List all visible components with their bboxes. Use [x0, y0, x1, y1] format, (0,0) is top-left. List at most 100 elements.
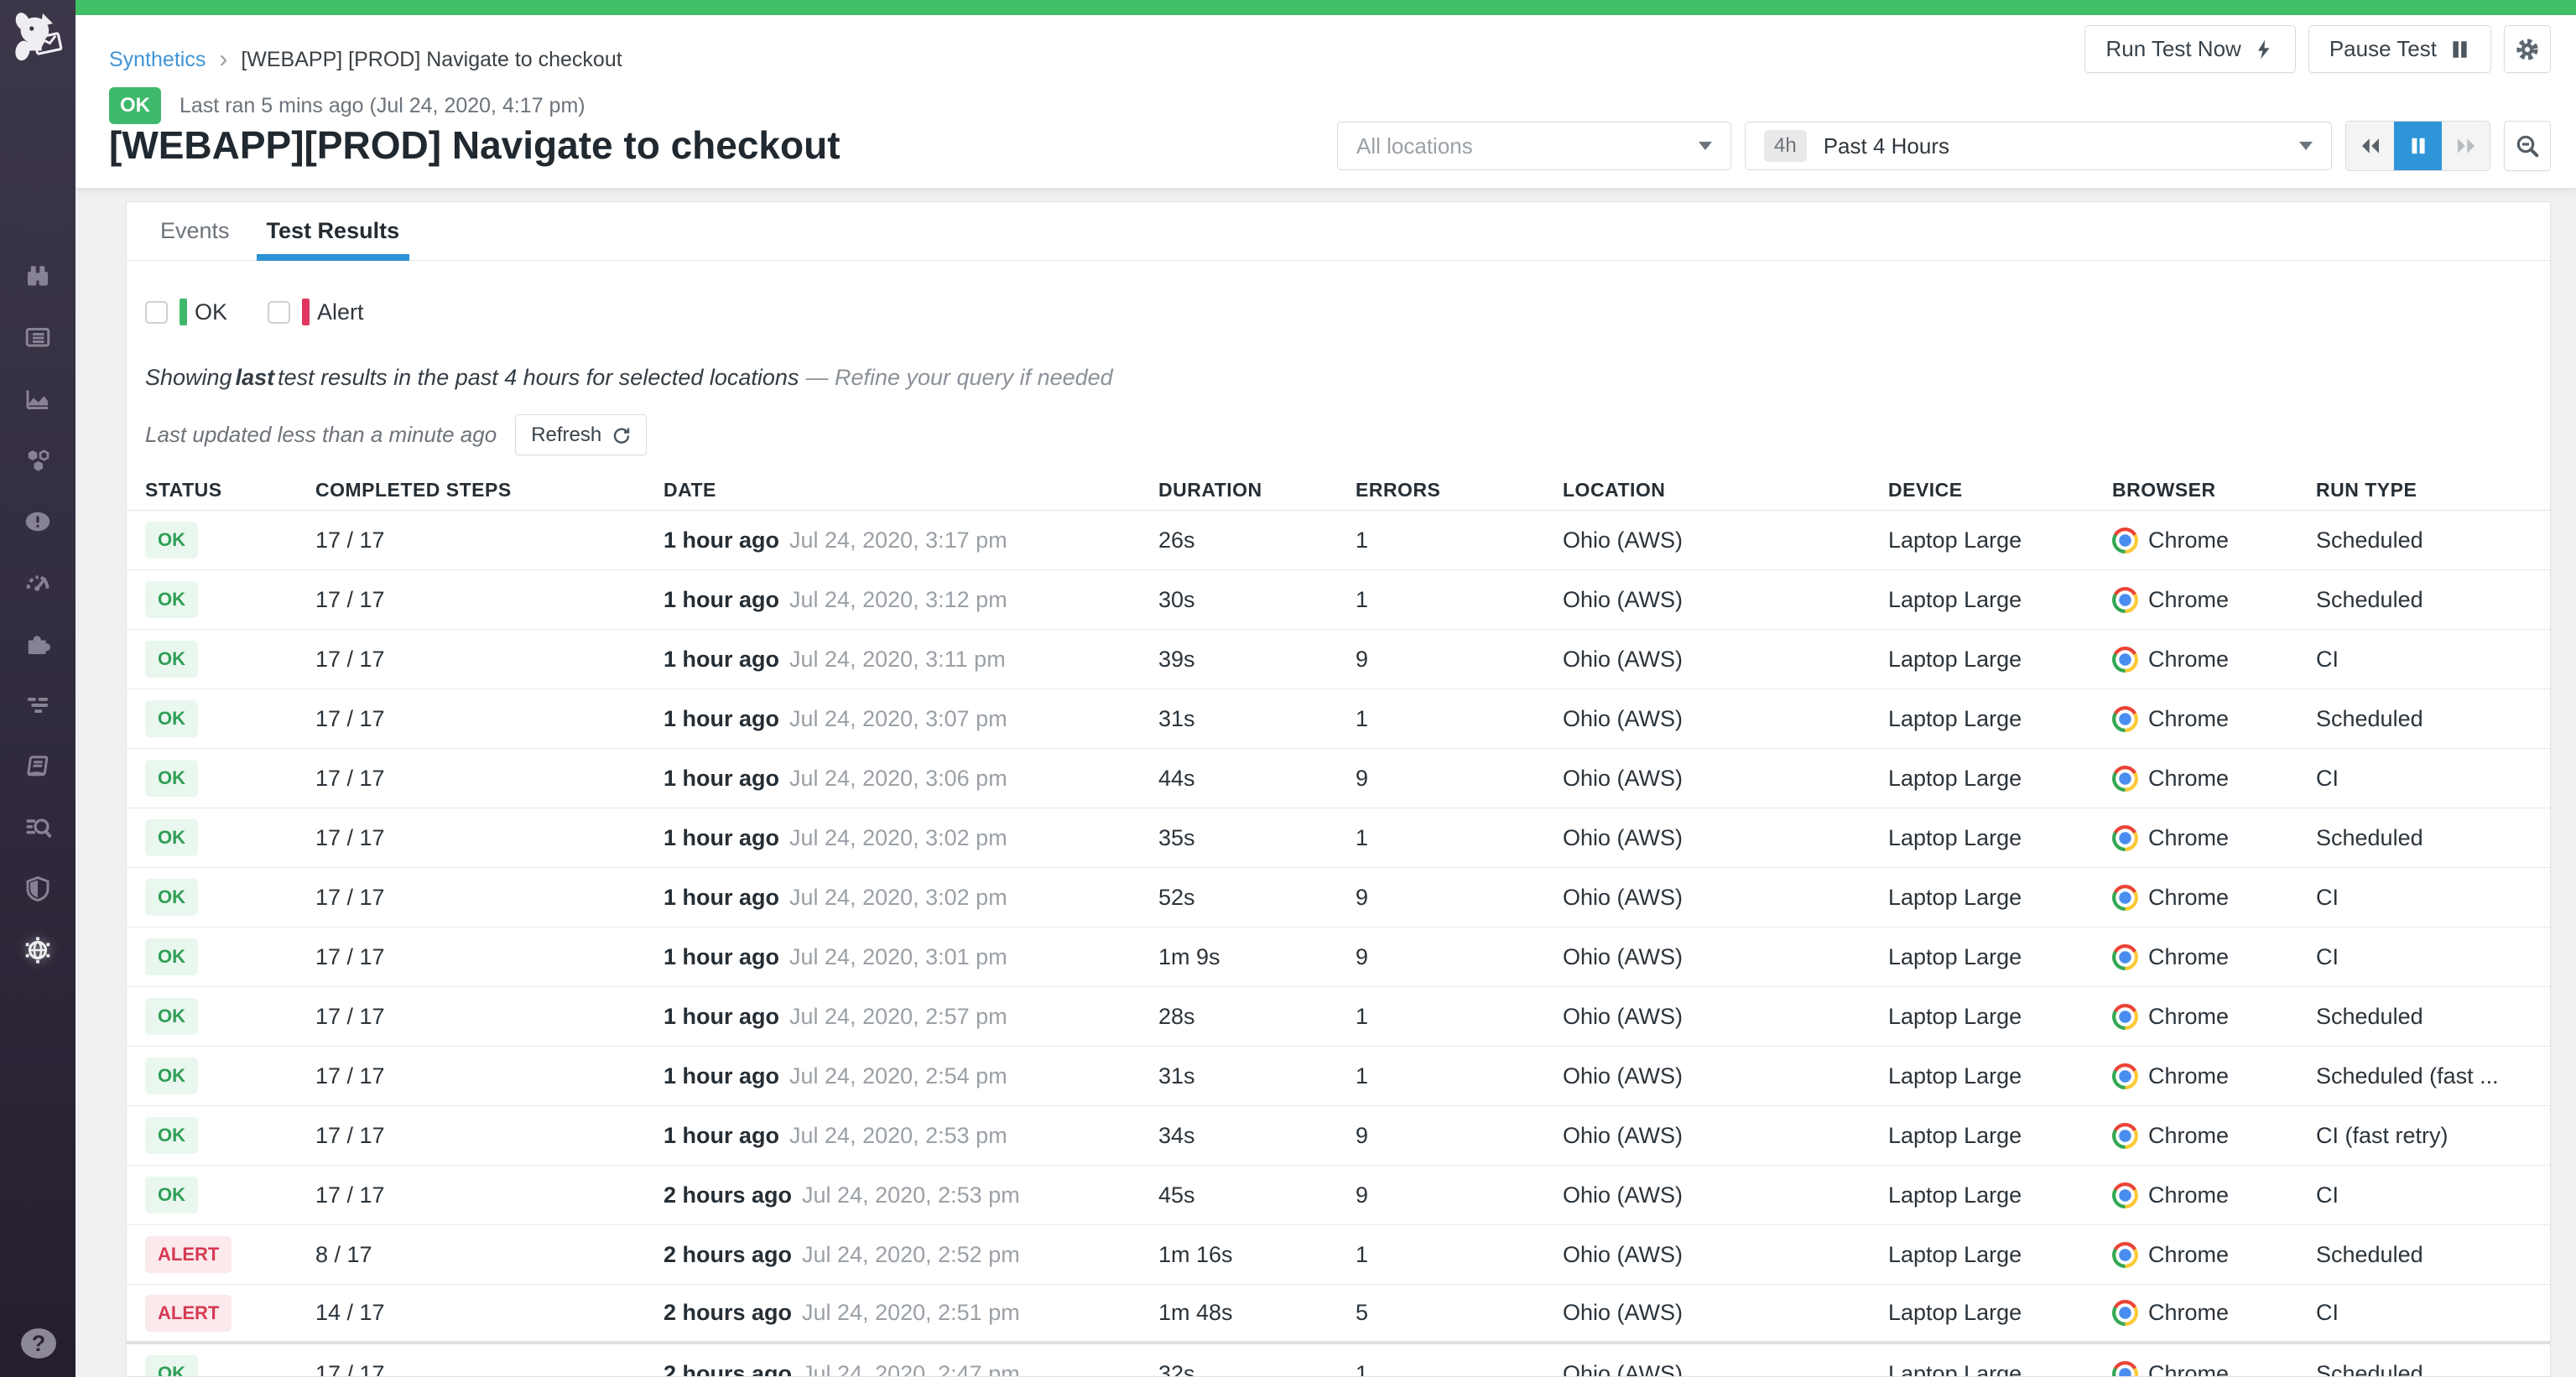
- table-row[interactable]: OK17 / 171 hour agoJul 24, 2020, 3:07 pm…: [127, 689, 2550, 749]
- row-errors: 1: [1356, 1004, 1563, 1030]
- row-run-type: Scheduled: [2316, 706, 2550, 732]
- row-errors: 1: [1356, 527, 1563, 553]
- log-search-icon[interactable]: [0, 797, 75, 858]
- ok-checkbox[interactable]: [145, 301, 168, 324]
- infrastructure-icon[interactable]: [0, 429, 75, 491]
- apm-gauge-icon[interactable]: [0, 552, 75, 613]
- pause-icon: [2407, 135, 2429, 157]
- row-date: 2 hours agoJul 24, 2020, 2:52 pm: [664, 1242, 1158, 1268]
- legend-item-ok: OK: [145, 299, 227, 325]
- row-date: 2 hours agoJul 24, 2020, 2:51 pm: [664, 1300, 1158, 1326]
- datadog-logo[interactable]: [8, 7, 68, 70]
- row-duration: 31s: [1158, 1063, 1356, 1089]
- col-completed-steps: COMPLETED STEPS: [315, 479, 664, 501]
- table-row[interactable]: OK17 / 171 hour agoJul 24, 2020, 3:12 pm…: [127, 570, 2550, 630]
- chrome-icon: [2112, 825, 2138, 851]
- table-row[interactable]: OK17 / 171 hour agoJul 24, 2020, 2:57 pm…: [127, 987, 2550, 1047]
- col-location: LOCATION: [1563, 479, 1888, 501]
- table-row[interactable]: OK17 / 171 hour agoJul 24, 2020, 2:53 pm…: [127, 1106, 2550, 1166]
- chrome-icon: [2112, 944, 2138, 970]
- refresh-button[interactable]: Refresh: [515, 414, 647, 455]
- table-row[interactable]: ALERT14 / 172 hours agoJul 24, 2020, 2:5…: [127, 1285, 2550, 1344]
- test-results-card: Events Test Results OK Alert Showinglast…: [126, 201, 2551, 1377]
- row-completed-steps: 17 / 17: [315, 944, 664, 970]
- time-pause-button[interactable]: [2394, 122, 2442, 170]
- notebooks-icon[interactable]: [0, 735, 75, 797]
- help-icon[interactable]: ?: [21, 1328, 56, 1359]
- row-status-badge: OK: [145, 1117, 198, 1154]
- run-test-now-button[interactable]: Run Test Now: [2084, 25, 2295, 73]
- top-accent-bar: [75, 0, 2576, 15]
- metrics-icon[interactable]: [0, 368, 75, 429]
- synthetics-globe-icon[interactable]: [0, 919, 75, 980]
- traces-icon[interactable]: [0, 674, 75, 735]
- table-row[interactable]: OK17 / 171 hour agoJul 24, 2020, 3:06 pm…: [127, 749, 2550, 808]
- row-status: OK: [145, 1117, 315, 1154]
- chrome-icon: [2112, 1182, 2138, 1208]
- row-status: OK: [145, 1177, 315, 1213]
- watchdog-binoculars-icon[interactable]: [0, 246, 75, 307]
- magnifier-minus-icon: [2514, 133, 2541, 159]
- settings-gear-button[interactable]: [2504, 25, 2551, 73]
- integrations-puzzle-icon[interactable]: [0, 613, 75, 674]
- tab-test-results[interactable]: Test Results: [248, 202, 419, 260]
- row-device: Laptop Large: [1888, 587, 2112, 613]
- fast-forward-icon: [2454, 133, 2479, 158]
- table-row[interactable]: ALERT8 / 172 hours agoJul 24, 2020, 2:52…: [127, 1225, 2550, 1285]
- dashboards-icon[interactable]: [0, 307, 75, 368]
- row-status: OK: [145, 998, 315, 1035]
- table-row[interactable]: OK17 / 171 hour agoJul 24, 2020, 3:01 pm…: [127, 928, 2550, 987]
- locations-select[interactable]: All locations: [1337, 122, 1731, 170]
- zoom-out-button[interactable]: [2504, 121, 2551, 171]
- row-errors: 1: [1356, 1063, 1563, 1089]
- timeframe-select[interactable]: 4h Past 4 Hours: [1745, 122, 2332, 170]
- row-completed-steps: 17 / 17: [315, 1063, 664, 1089]
- row-status: ALERT: [145, 1295, 315, 1332]
- col-browser: BROWSER: [2112, 479, 2316, 501]
- status-filter-legend: OK Alert: [145, 299, 2550, 325]
- row-location: Ohio (AWS): [1563, 1182, 1888, 1208]
- row-location: Ohio (AWS): [1563, 647, 1888, 673]
- table-row[interactable]: OK17 / 171 hour agoJul 24, 2020, 3:17 pm…: [127, 511, 2550, 570]
- table-row[interactable]: OK17 / 172 hours agoJul 24, 2020, 2:47 p…: [127, 1344, 2550, 1377]
- row-run-type: CI: [2316, 944, 2550, 970]
- row-completed-steps: 8 / 17: [315, 1242, 664, 1268]
- row-completed-steps: 17 / 17: [315, 1361, 664, 1377]
- refine-query-link[interactable]: — Refine your query if needed: [805, 365, 1112, 390]
- row-completed-steps: 17 / 17: [315, 1123, 664, 1149]
- row-errors: 9: [1356, 944, 1563, 970]
- page-title: [WEBAPP][PROD] Navigate to checkout: [109, 122, 840, 168]
- timeframe-pill: 4h: [1764, 130, 1807, 162]
- row-status: OK: [145, 760, 315, 797]
- row-location: Ohio (AWS): [1563, 885, 1888, 911]
- table-row[interactable]: OK17 / 171 hour agoJul 24, 2020, 2:54 pm…: [127, 1047, 2550, 1106]
- tab-events[interactable]: Events: [142, 202, 248, 260]
- alert-checkbox[interactable]: [268, 301, 290, 324]
- table-row[interactable]: OK17 / 171 hour agoJul 24, 2020, 3:02 pm…: [127, 868, 2550, 928]
- row-status-badge: OK: [145, 641, 198, 678]
- time-forward-button[interactable]: [2442, 122, 2490, 170]
- pause-test-button[interactable]: Pause Test: [2308, 25, 2491, 73]
- row-status: OK: [145, 879, 315, 916]
- tabbar: Events Test Results: [127, 202, 2550, 261]
- gear-icon: [2514, 36, 2541, 63]
- row-browser: Chrome: [2112, 1242, 2316, 1268]
- row-duration: 28s: [1158, 1004, 1356, 1030]
- row-location: Ohio (AWS): [1563, 587, 1888, 613]
- chrome-icon: [2112, 706, 2138, 732]
- monitors-icon[interactable]: [0, 491, 75, 552]
- row-duration: 32s: [1158, 1361, 1356, 1377]
- time-rewind-button[interactable]: [2346, 122, 2394, 170]
- ok-label: OK: [195, 299, 227, 325]
- row-browser: Chrome: [2112, 825, 2316, 851]
- row-device: Laptop Large: [1888, 1123, 2112, 1149]
- row-location: Ohio (AWS): [1563, 527, 1888, 553]
- table-row[interactable]: OK17 / 172 hours agoJul 24, 2020, 2:53 p…: [127, 1166, 2550, 1225]
- security-shield-icon[interactable]: [0, 858, 75, 919]
- row-errors: 9: [1356, 885, 1563, 911]
- table-row[interactable]: OK17 / 171 hour agoJul 24, 2020, 3:02 pm…: [127, 808, 2550, 868]
- chevron-down-icon: [1699, 142, 1712, 150]
- table-row[interactable]: OK17 / 171 hour agoJul 24, 2020, 3:11 pm…: [127, 630, 2550, 689]
- row-browser: Chrome: [2112, 766, 2316, 792]
- breadcrumb-synthetics-link[interactable]: Synthetics: [109, 48, 206, 72]
